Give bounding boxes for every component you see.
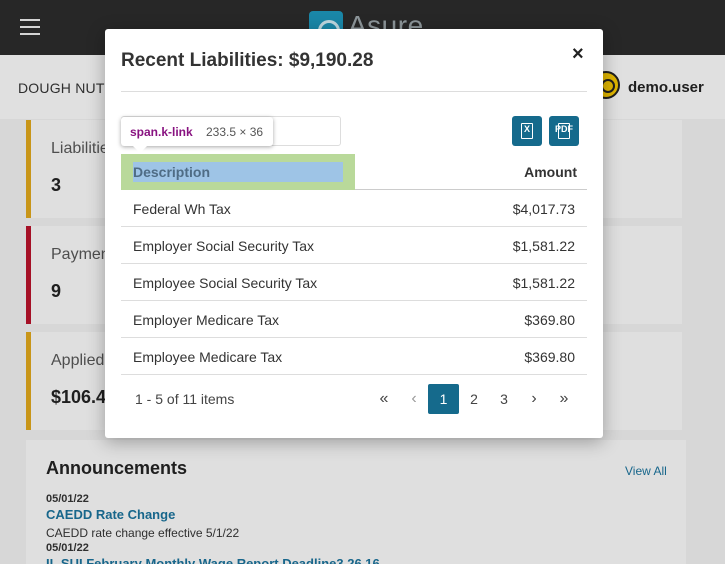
cell-description: Employee Social Security Tax: [133, 275, 318, 291]
excel-mark: X: [523, 124, 530, 134]
table-row: Employee Social Security Tax $1,581.22: [121, 264, 587, 301]
cell-amount: $1,581.22: [512, 275, 575, 291]
column-header-amount[interactable]: Amount: [524, 164, 577, 180]
table-header-row: Description Amount: [121, 154, 587, 190]
liabilities-table: Description Amount Federal Wh Tax $4,017…: [121, 154, 587, 375]
pdf-mark: PDF: [555, 124, 573, 134]
recent-liabilities-dialog: Recent Liabilities: $9,190.28 × X PDF De…: [105, 29, 603, 438]
cell-description: Employee Medicare Tax: [133, 349, 283, 365]
cell-amount: $369.80: [524, 349, 575, 365]
devtools-inspect-tooltip: span.k-link 233.5 × 36: [121, 117, 273, 153]
table-row: Federal Wh Tax $4,017.73: [121, 190, 587, 227]
first-page-icon[interactable]: «: [373, 384, 395, 414]
page-button-1[interactable]: 1: [428, 384, 459, 414]
dialog-title: Recent Liabilities: $9,190.28: [121, 50, 374, 71]
cell-description: Employer Social Security Tax: [133, 238, 315, 254]
cell-amount: $4,017.73: [512, 201, 575, 217]
export-pdf-button[interactable]: PDF: [549, 116, 579, 146]
export-excel-button[interactable]: X: [512, 116, 542, 146]
tooltip-size: 233.5 × 36: [206, 125, 264, 139]
table-row: Employee Medicare Tax $369.80: [121, 338, 587, 375]
table-row: Employer Social Security Tax $1,581.22: [121, 227, 587, 264]
tooltip-selector: span.k-link: [130, 125, 193, 139]
divider: [121, 91, 587, 92]
last-page-icon[interactable]: »: [553, 384, 575, 414]
close-icon[interactable]: ×: [572, 43, 584, 66]
cell-description: Federal Wh Tax: [133, 201, 231, 217]
cell-amount: $1,581.22: [512, 238, 575, 254]
cell-amount: $369.80: [524, 312, 575, 328]
column-header-description[interactable]: Description: [133, 164, 210, 180]
page-button-3[interactable]: 3: [493, 384, 515, 414]
cell-description: Employer Medicare Tax: [133, 312, 280, 328]
page-button-2[interactable]: 2: [463, 384, 485, 414]
table-row: Employer Medicare Tax $369.80: [121, 301, 587, 338]
pager-info: 1 - 5 of 11 items: [135, 391, 235, 407]
previous-page-icon[interactable]: ‹: [403, 384, 425, 414]
next-page-icon[interactable]: ›: [523, 384, 545, 414]
